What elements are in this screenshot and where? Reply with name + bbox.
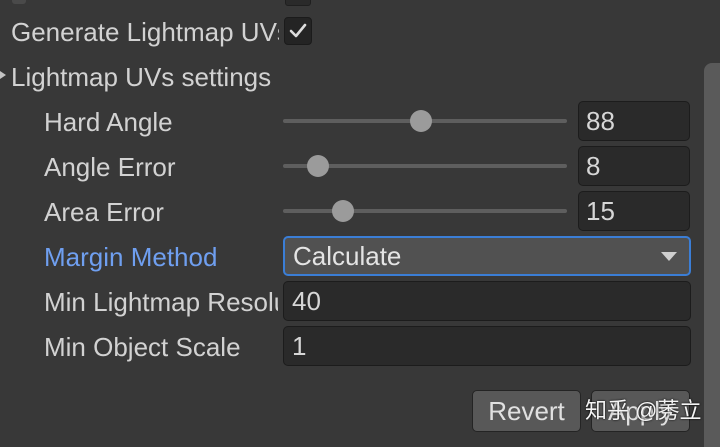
generate-lightmap-uvs-label: Generate Lightmap UVs xyxy=(11,17,279,47)
clipped-previous-row xyxy=(0,0,720,6)
angle-error-field[interactable]: 8 xyxy=(578,146,690,186)
clipped-row-icon xyxy=(12,0,26,4)
min-lightmap-resolution-field[interactable]: 40 xyxy=(283,281,691,321)
margin-method-value: Calculate xyxy=(293,241,402,271)
hard-angle-label: Hard Angle xyxy=(44,107,173,137)
hard-angle-slider-thumb[interactable] xyxy=(410,110,432,132)
margin-method-dropdown[interactable]: Calculate xyxy=(283,236,691,276)
area-error-slider-track[interactable] xyxy=(283,209,567,213)
lightmap-uvs-settings-header[interactable]: Lightmap UVs settings xyxy=(11,62,311,92)
angle-error-label: Angle Error xyxy=(44,152,176,182)
area-error-label: Area Error xyxy=(44,197,164,227)
watermark-text: 知乎 @莠立 xyxy=(585,398,702,423)
vertical-scrollbar[interactable] xyxy=(704,63,720,447)
area-error-slider-thumb[interactable] xyxy=(332,200,354,222)
min-object-scale-field[interactable]: 1 xyxy=(283,326,691,366)
checkmark-icon xyxy=(289,23,307,38)
area-error-field[interactable]: 15 xyxy=(578,191,690,231)
min-object-scale-label: Min Object Scale xyxy=(44,332,241,362)
clipped-row-control[interactable] xyxy=(285,0,311,6)
chevron-down-icon xyxy=(661,252,677,261)
generate-lightmap-uvs-checkbox[interactable] xyxy=(284,17,312,45)
revert-button[interactable]: Revert xyxy=(472,390,581,432)
margin-method-label: Margin Method xyxy=(44,242,218,272)
angle-error-slider-thumb[interactable] xyxy=(307,155,329,177)
foldout-arrow-icon[interactable] xyxy=(0,64,10,86)
min-lightmap-resolution-label: Min Lightmap Resolution xyxy=(44,287,278,317)
hard-angle-field[interactable]: 88 xyxy=(578,101,690,141)
